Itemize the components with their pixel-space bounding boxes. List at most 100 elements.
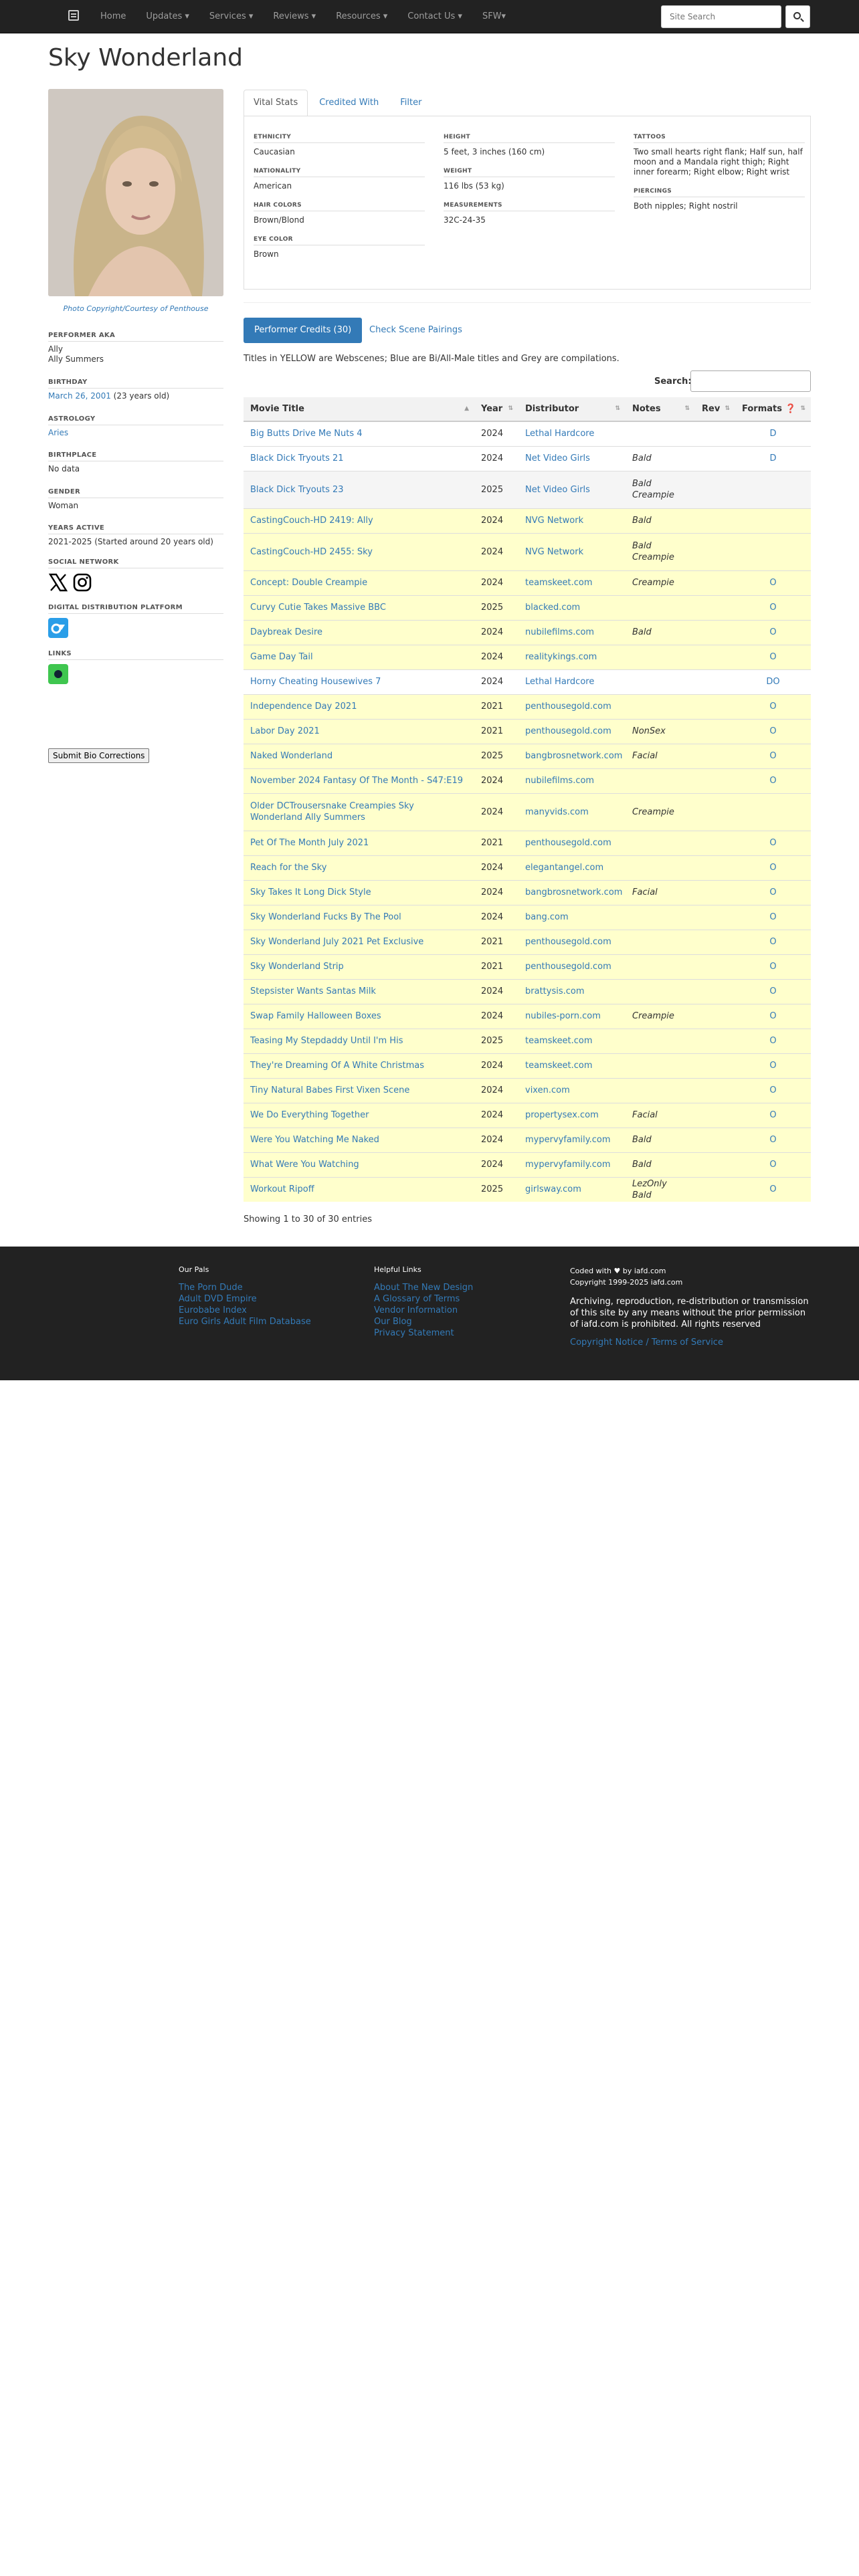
col-notes[interactable]: Notes ⇅ [626, 397, 695, 422]
formats-link[interactable]: O [769, 726, 776, 736]
formats-link[interactable]: O [769, 1135, 776, 1145]
nav-item-contact-us[interactable]: Contact Us ▾ [397, 0, 472, 33]
x-twitter-icon[interactable] [48, 572, 68, 593]
distributor-link[interactable]: Net Video Girls [525, 453, 590, 463]
distributor-link[interactable]: mypervyfamily.com [525, 1160, 611, 1170]
distributor-link[interactable]: penthousegold.com [525, 838, 611, 848]
distributor-link[interactable]: vixen.com [525, 1085, 570, 1095]
formats-link[interactable]: O [769, 627, 776, 637]
tab-vital-stats[interactable]: Vital Stats [244, 90, 308, 116]
distributor-link[interactable]: manyvids.com [525, 807, 589, 817]
movie-title-link[interactable]: Black Dick Tryouts 21 [250, 453, 344, 463]
movie-title-link[interactable]: Tiny Natural Babes First Vixen Scene [250, 1085, 409, 1095]
site-search-input[interactable] [661, 5, 781, 28]
instagram-icon[interactable] [72, 572, 92, 593]
movie-title-link[interactable]: Reach for the Sky [250, 863, 326, 873]
footer-helpful-link[interactable]: A Glossary of Terms [374, 1293, 575, 1305]
formats-link[interactable]: D [769, 429, 776, 439]
site-search-button[interactable] [785, 5, 810, 28]
distributor-link[interactable]: penthousegold.com [525, 726, 611, 736]
nav-item-services[interactable]: Services ▾ [199, 0, 263, 33]
formats-link[interactable]: O [769, 1085, 776, 1095]
distributor-link[interactable]: Net Video Girls [525, 485, 590, 495]
tab-credited-with[interactable]: Credited With [309, 90, 389, 116]
check-scene-pairings-link[interactable]: Check Scene Pairings [369, 318, 462, 343]
nav-item-home[interactable]: Home [90, 0, 136, 33]
onlyfans-icon[interactable] [48, 618, 68, 638]
movie-title-link[interactable]: Workout Ripoff [250, 1184, 314, 1194]
footer-pal-link[interactable]: Adult DVD Empire [179, 1293, 379, 1305]
formats-link[interactable]: O [769, 1011, 776, 1021]
col-movie-title[interactable]: Movie Title ▲ [244, 397, 474, 422]
movie-title-link[interactable]: Sky Wonderland Strip [250, 962, 344, 972]
distributor-link[interactable]: bangbrosnetwork.com [525, 751, 622, 761]
footer-pal-link[interactable]: Euro Girls Adult Film Database [179, 1316, 379, 1327]
formats-link[interactable]: D [769, 453, 776, 463]
nav-item-updates[interactable]: Updates ▾ [136, 0, 199, 33]
formats-link[interactable]: O [769, 986, 776, 996]
distributor-link[interactable]: girlsway.com [525, 1184, 581, 1194]
movie-title-link[interactable]: Horny Cheating Housewives 7 [250, 677, 381, 687]
footer-helpful-link[interactable]: Vendor Information [374, 1305, 575, 1316]
movie-title-link[interactable]: Curvy Cutie Takes Massive BBC [250, 603, 386, 613]
distributor-link[interactable]: mypervyfamily.com [525, 1135, 611, 1145]
movie-title-link[interactable]: Sky Wonderland Fucks By The Pool [250, 912, 401, 922]
distributor-link[interactable]: Lethal Hardcore [525, 677, 594, 687]
formats-link[interactable]: O [769, 1184, 776, 1194]
distributor-link[interactable]: Lethal Hardcore [525, 429, 594, 439]
movie-title-link[interactable]: Naked Wonderland [250, 751, 332, 761]
movie-title-link[interactable]: November 2024 Fantasy Of The Month - S47… [250, 776, 463, 786]
formats-link[interactable]: O [769, 751, 776, 761]
linktree-icon[interactable] [48, 664, 68, 684]
movie-title-link[interactable]: Sky Wonderland July 2021 Pet Exclusive [250, 937, 423, 947]
distributor-link[interactable]: bang.com [525, 912, 569, 922]
nav-item-resources[interactable]: Resources ▾ [326, 0, 397, 33]
photo-credit[interactable]: Photo Copyright/Courtesy of Penthouse [48, 304, 223, 313]
movie-title-link[interactable]: Concept: Double Creampie [250, 578, 367, 588]
col-year[interactable]: Year ⇅ [474, 397, 518, 422]
movie-title-link[interactable]: Older DCTrousersnake Creampies Sky Wonde… [250, 801, 414, 823]
footer-helpful-link[interactable]: Privacy Statement [374, 1327, 575, 1339]
distributor-link[interactable]: brattysis.com [525, 986, 585, 996]
movie-title-link[interactable]: Sky Takes It Long Dick Style [250, 887, 371, 897]
distributor-link[interactable]: nubilefilms.com [525, 776, 594, 786]
astrology-link[interactable]: Aries [48, 428, 68, 437]
movie-title-link[interactable]: Pet Of The Month July 2021 [250, 838, 369, 848]
movie-title-link[interactable]: Game Day Tail [250, 652, 313, 662]
footer-helpful-link[interactable]: Our Blog [374, 1316, 575, 1327]
birthday-link[interactable]: March 26, 2001 [48, 391, 111, 401]
table-search-input[interactable] [690, 370, 811, 392]
performer-credits-button[interactable]: Performer Credits (30) [244, 318, 363, 343]
distributor-link[interactable]: penthousegold.com [525, 937, 611, 947]
movie-title-link[interactable]: What Were You Watching [250, 1160, 359, 1170]
movie-title-link[interactable]: Were You Watching Me Naked [250, 1135, 379, 1145]
movie-title-link[interactable]: Swap Family Halloween Boxes [250, 1011, 381, 1021]
submit-bio-corrections-button[interactable]: Submit Bio Corrections [48, 748, 150, 763]
terms-of-service-link[interactable]: Copyright Notice / Terms of Service [570, 1337, 811, 1348]
distributor-link[interactable]: NVG Network [525, 547, 583, 557]
formats-link[interactable]: O [769, 1061, 776, 1071]
formats-link[interactable]: O [769, 776, 776, 786]
distributor-link[interactable]: NVG Network [525, 516, 583, 526]
formats-link[interactable]: O [769, 887, 776, 897]
movie-title-link[interactable]: We Do Everything Together [250, 1110, 369, 1120]
home-icon[interactable] [68, 10, 79, 21]
movie-title-link[interactable]: Independence Day 2021 [250, 702, 357, 712]
formats-link[interactable]: O [769, 652, 776, 662]
formats-link[interactable]: O [769, 912, 776, 922]
formats-link[interactable]: O [769, 603, 776, 613]
movie-title-link[interactable]: Stepsister Wants Santas Milk [250, 986, 376, 996]
formats-link[interactable]: O [769, 1110, 776, 1120]
formats-link[interactable]: O [769, 838, 776, 848]
distributor-link[interactable]: teamskeet.com [525, 1036, 593, 1046]
distributor-link[interactable]: nubilefilms.com [525, 627, 594, 637]
distributor-link[interactable]: penthousegold.com [525, 962, 611, 972]
footer-pal-link[interactable]: Eurobabe Index [179, 1305, 379, 1316]
formats-link[interactable]: O [769, 863, 776, 873]
footer-pal-link[interactable]: The Porn Dude [179, 1282, 379, 1293]
distributor-link[interactable]: propertysex.com [525, 1110, 599, 1120]
distributor-link[interactable]: realitykings.com [525, 652, 597, 662]
nav-item-sfw[interactable]: SFW▾ [472, 0, 516, 33]
col-rev[interactable]: Rev ⇅ [695, 397, 735, 422]
movie-title-link[interactable]: They're Dreaming Of A White Christmas [250, 1061, 424, 1071]
